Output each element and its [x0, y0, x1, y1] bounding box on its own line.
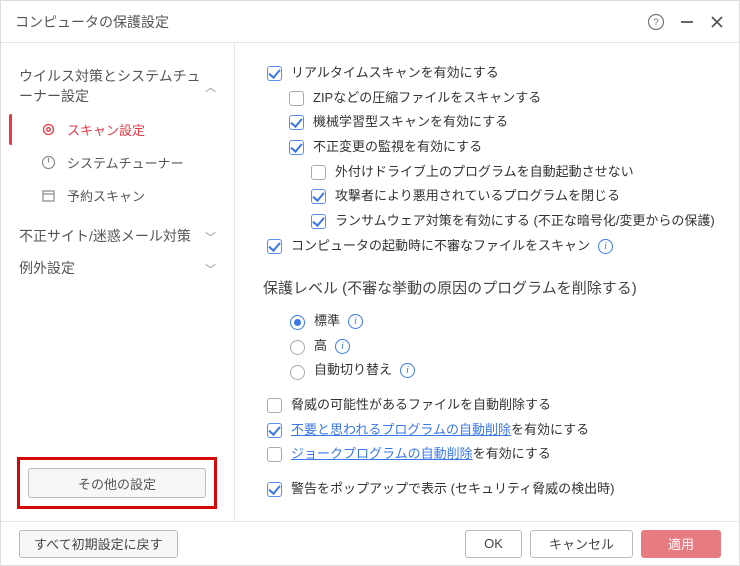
checkbox-ml-scan[interactable] — [289, 115, 304, 130]
checkbox-joke-delete[interactable] — [267, 447, 282, 462]
checkbox-zip[interactable] — [289, 91, 304, 106]
apply-button[interactable]: 適用 — [641, 530, 721, 558]
info-icon[interactable]: i — [348, 314, 363, 329]
checkbox-label: 脅威の可能性があるファイルを自動削除する — [291, 393, 551, 418]
chevron-down-icon: ﹀ — [205, 229, 216, 245]
info-icon[interactable]: i — [400, 363, 415, 378]
checkbox-label: 機械学習型スキャンを有効にする — [313, 110, 508, 135]
section-malicious-site[interactable]: 不正サイト/迷惑メール対策 ﹀ — [1, 221, 234, 253]
sidebar: ウイルス対策とシステムチューナー設定 ︿ スキャン設定 システムチューナー 予約… — [1, 43, 235, 521]
sidebar-item-label: スキャン設定 — [67, 120, 145, 139]
checkbox-label: ZIPなどの圧縮ファイルをスキャンする — [313, 86, 541, 111]
checkbox-row-realtime: リアルタイムスキャンを有効にする — [263, 61, 719, 86]
checkbox-label: 不要と思われるプログラムの自動削除を有効にする — [291, 418, 589, 443]
footer: すべて初期設定に戻す OK キャンセル 適用 — [1, 521, 739, 565]
radio-auto[interactable] — [290, 365, 305, 380]
section-exceptions[interactable]: 例外設定 ﹀ — [1, 253, 234, 285]
section-virus-tuner[interactable]: ウイルス対策とシステムチューナー設定 ︿ — [1, 61, 234, 112]
sidebar-item-label: システムチューナー — [67, 153, 184, 172]
info-icon[interactable]: i — [598, 239, 613, 254]
checkbox-label: リアルタイムスキャンを有効にする — [291, 61, 499, 86]
minimize-icon[interactable] — [679, 14, 695, 30]
other-settings-highlight: その他の設定 — [17, 457, 217, 509]
link-joke[interactable]: ジョークプログラムの自動削除 — [291, 446, 473, 461]
checkbox-ransomware[interactable] — [311, 214, 326, 229]
tuner-icon — [41, 155, 59, 170]
close-icon[interactable] — [709, 14, 725, 30]
calendar-icon — [41, 188, 59, 203]
window-title: コンピュータの保護設定 — [15, 12, 647, 32]
sidebar-item-system-tuner[interactable]: システムチューナー — [9, 147, 226, 178]
checkbox-pup-delete[interactable] — [267, 423, 282, 438]
checkbox-attacker-close[interactable] — [311, 189, 326, 204]
ok-button[interactable]: OK — [465, 530, 522, 558]
chevron-up-icon: ︿ — [205, 79, 216, 95]
chevron-down-icon: ﹀ — [205, 261, 216, 277]
titlebar: コンピュータの保護設定 ? — [1, 1, 739, 43]
reset-all-button[interactable]: すべて初期設定に戻す — [19, 530, 178, 558]
cancel-button[interactable]: キャンセル — [530, 530, 633, 558]
checkbox-label: 警告をポップアップで表示 (セキュリティ脅威の検出時) — [291, 477, 615, 502]
checkbox-label: ランサムウェア対策を有効にする (不正な暗号化/変更からの保護) — [335, 209, 715, 234]
info-icon[interactable]: i — [335, 339, 350, 354]
help-icon[interactable]: ? — [647, 13, 665, 31]
checkbox-startup-scan[interactable] — [267, 239, 282, 254]
radio-label: 自動切り替え — [314, 358, 392, 383]
radio-label: 高 — [314, 334, 327, 359]
link-pup[interactable]: 不要と思われるプログラムの自動削除 — [291, 422, 511, 437]
content-pane: リアルタイムスキャンを有効にする ZIPなどの圧縮ファイルをスキャンする 機械学… — [235, 43, 739, 521]
checkbox-realtime[interactable] — [267, 66, 282, 81]
sidebar-item-scan-settings[interactable]: スキャン設定 — [9, 114, 226, 145]
checkbox-auto-delete-threat[interactable] — [267, 398, 282, 413]
radio-label: 標準 — [314, 309, 340, 334]
checkbox-label: 不正変更の監視を有効にする — [313, 135, 482, 160]
checkbox-tamper-monitor[interactable] — [289, 140, 304, 155]
sidebar-item-label: 予約スキャン — [67, 186, 145, 205]
radio-standard[interactable] — [290, 315, 305, 330]
checkbox-label: 外付けドライブ上のプログラムを自動起動させない — [335, 160, 634, 185]
svg-text:?: ? — [653, 17, 659, 28]
checkbox-external-drive[interactable] — [311, 165, 326, 180]
protection-level-header: 保護レベル (不審な挙動の原因のプログラムを削除する) — [263, 275, 719, 304]
checkbox-label: ジョークプログラムの自動削除を有効にする — [291, 442, 551, 467]
checkbox-popup-warning[interactable] — [267, 482, 282, 497]
settings-icon — [41, 122, 59, 137]
other-settings-button[interactable]: その他の設定 — [28, 468, 206, 498]
sidebar-item-scheduled-scan[interactable]: 予約スキャン — [9, 180, 226, 211]
checkbox-label: コンピュータの起動時に不審なファイルをスキャン — [291, 234, 590, 259]
checkbox-label: 攻撃者により悪用されているプログラムを閉じる — [335, 184, 620, 209]
radio-high[interactable] — [290, 340, 305, 355]
